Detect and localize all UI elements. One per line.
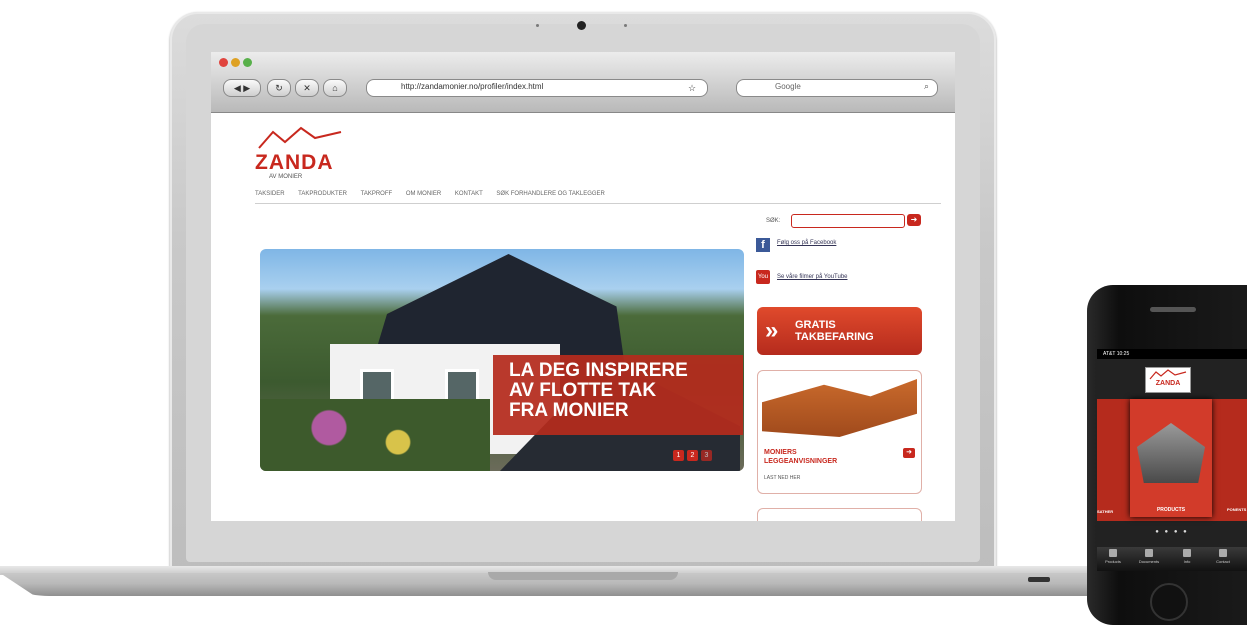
tab-products[interactable]: Products (1101, 549, 1125, 564)
hero-pager-dot[interactable]: 2 (687, 450, 698, 461)
address-bar-url: http://zandamonier.no/profiler/index.htm… (401, 82, 544, 91)
nav-item[interactable]: TAKSIDER (255, 191, 285, 197)
hero-pager: 123 (673, 444, 715, 462)
search-icon: ⌕ (923, 81, 929, 91)
youtube-icon[interactable]: You (756, 270, 770, 284)
carousel-label: PONENTS (1227, 507, 1247, 512)
gratis-takbefaring-button[interactable]: » GRATIS TAKBEFARING (757, 307, 922, 355)
logo-mountain-icon (258, 126, 342, 149)
carousel-pager: ● ● ● ● (1155, 529, 1189, 535)
close-icon[interactable] (219, 58, 228, 67)
site-logo[interactable]: ZANDA AV MONIER (255, 124, 345, 180)
hero-banner[interactable]: LA DEG INSPIRERE AV FLOTTE TAK FRA MONIE… (260, 249, 744, 471)
hero-caption: LA DEG INSPIRERE AV FLOTTE TAK FRA MONIE… (509, 360, 688, 421)
tab-label: Info (1183, 559, 1191, 564)
leggeanvisninger-card[interactable]: MONIERS LEGGEANVISNINGER ➜ LAST NED HER (757, 370, 922, 494)
product-carousel[interactable]: PRODUCTS SATHER PONENTS (1097, 399, 1247, 521)
logo-name: ZANDA (255, 151, 334, 174)
camera (577, 21, 586, 30)
search-field[interactable]: Google ⌕ (736, 79, 938, 97)
nav-divider (255, 203, 941, 204)
facebook-link[interactable]: Følg oss på Facebook (777, 240, 836, 246)
browser-toolbar: ◀ ▶ ↻ ✕ ⌂ http://zandamonier.no/profiler… (211, 52, 955, 113)
site-search-label: SØK: (766, 218, 781, 224)
facebook-icon[interactable]: f (756, 238, 770, 252)
double-chevron-icon: » (765, 317, 779, 344)
bookmark-icon[interactable]: ☆ (681, 80, 703, 96)
card-title: MONIERS LEGGEANVISNINGER (764, 449, 838, 465)
card-arrow-icon[interactable]: ➜ (903, 448, 915, 458)
tab-contact[interactable]: Contact (1211, 549, 1235, 564)
gratis-takbefaring-label: GRATIS TAKBEFARING (795, 319, 874, 343)
hero-pager-dot[interactable]: 1 (673, 450, 684, 461)
site-search-button[interactable]: ➜ (907, 214, 921, 226)
info-icon (1183, 549, 1191, 557)
nav-item[interactable]: TAKPROFF (361, 191, 393, 197)
sensor-dot (536, 24, 539, 27)
carousel-label: PRODUCTS (1156, 507, 1186, 513)
app-logo: ZANDA (1145, 367, 1191, 393)
phone-screen: AT&T 10:25 ZANDA PRODUCTS SATHER PONENTS… (1097, 349, 1247, 571)
main-nav: TAKSIDER TAKPRODUKTER TAKPROFF OM MONIER… (255, 191, 617, 197)
sensor-dot (624, 24, 627, 27)
zoom-icon[interactable] (243, 58, 252, 67)
phone-home-button[interactable] (1150, 583, 1188, 621)
laptop-port (1028, 577, 1050, 582)
nav-item[interactable]: KONTAKT (455, 191, 483, 197)
laptop-screen: ◀ ▶ ↻ ✕ ⌂ http://zandamonier.no/profiler… (211, 52, 955, 521)
nav-item[interactable]: OM MONIER (406, 191, 441, 197)
tab-bar: Products Documents Info Contact (1097, 547, 1247, 571)
back-forward-button[interactable]: ◀ ▶ (223, 79, 261, 97)
carousel-label: SATHER (1097, 509, 1114, 514)
phone-status-bar: AT&T 10:25 (1097, 349, 1247, 359)
stop-icon[interactable]: ✕ (295, 79, 319, 97)
promo-card[interactable] (757, 508, 922, 521)
minimize-icon[interactable] (231, 58, 240, 67)
tab-info[interactable]: Info (1175, 549, 1199, 564)
app-logo-name: ZANDA (1155, 380, 1181, 387)
logo-subtitle: AV MONIER (269, 174, 303, 180)
address-bar[interactable]: http://zandamonier.no/profiler/index.htm… (366, 79, 708, 97)
nav-item[interactable]: SØK FORHANDLERE OG TAKLEGGER (496, 191, 604, 197)
contact-icon (1219, 549, 1227, 557)
tab-label: Contact (1216, 559, 1230, 564)
nav-item[interactable]: TAKPRODUKTER (298, 191, 347, 197)
youtube-link[interactable]: Se våre filmer på YouTube (777, 274, 848, 280)
hero-pager-dot[interactable]: 3 (701, 450, 712, 461)
home-icon[interactable]: ⌂ (323, 79, 347, 97)
documents-icon (1145, 549, 1153, 557)
phone-speaker (1150, 307, 1196, 312)
card-subtitle: LAST NED HER (764, 475, 801, 481)
products-icon (1109, 549, 1117, 557)
tab-documents[interactable]: Documents (1137, 549, 1161, 564)
card-roof-image (762, 379, 917, 437)
site-search-input[interactable] (791, 214, 905, 228)
tab-label: Documents (1138, 559, 1160, 564)
hero-image-garden (260, 399, 490, 471)
search-placeholder: Google (775, 82, 801, 91)
reload-icon[interactable]: ↻ (267, 79, 291, 97)
tab-label: Products (1105, 559, 1121, 564)
laptop-notch (488, 572, 678, 580)
